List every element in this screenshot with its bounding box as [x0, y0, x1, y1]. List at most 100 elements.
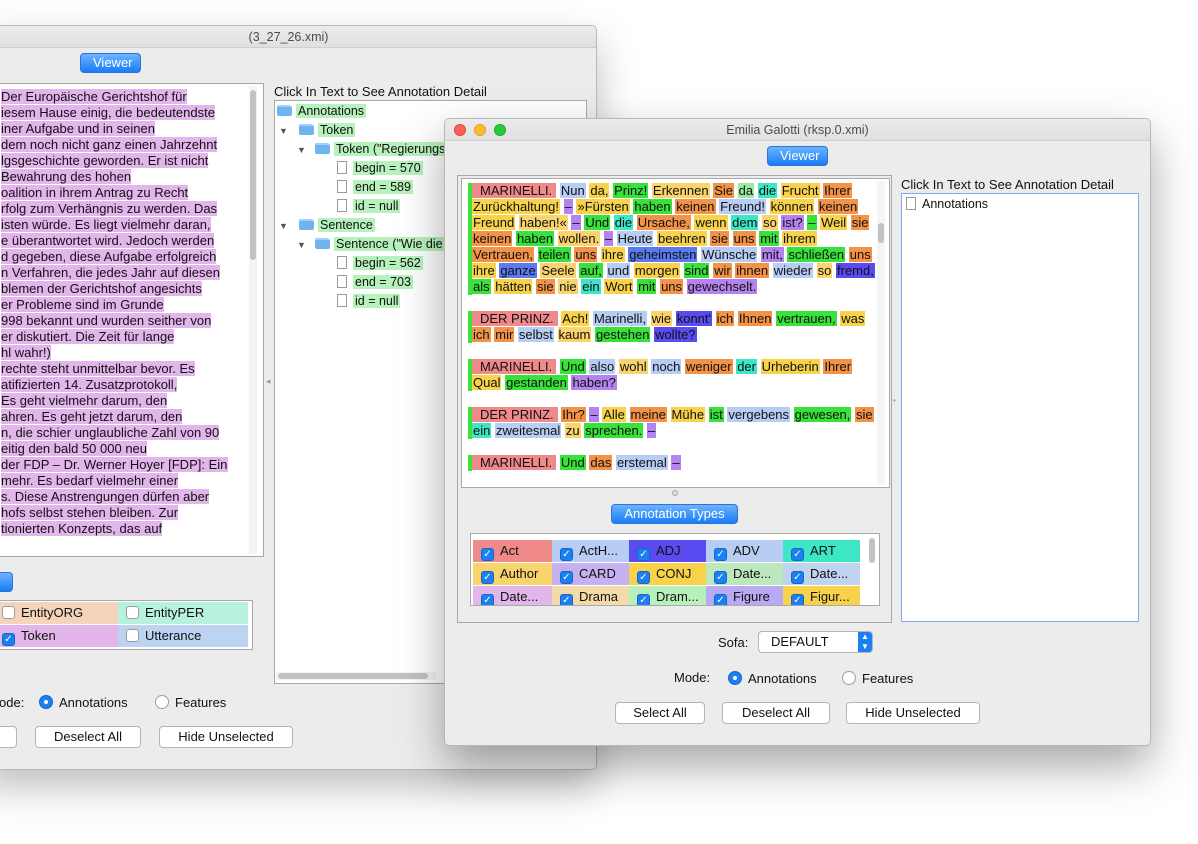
token-annotation[interactable]: uns	[574, 247, 598, 262]
token-annotation[interactable]: Freund!	[719, 199, 766, 214]
minimize-window-icon[interactable]	[474, 124, 486, 136]
token-annotation[interactable]: Heute	[616, 231, 654, 246]
token-annotation[interactable]: tionierten Konzepts, das auf	[1, 521, 163, 536]
token-annotation[interactable]: haben?	[571, 375, 617, 390]
token-annotation[interactable]: ein	[581, 279, 601, 294]
token-annotation[interactable]: noch	[651, 359, 682, 374]
checkbox[interactable]: ✓	[714, 571, 727, 584]
token-annotation[interactable]: kaum	[557, 327, 592, 342]
text-line[interactable]: Der Europäische Gerichtshof für	[1, 89, 228, 105]
sofa-select[interactable]: DEFAULT ▲ ▼	[758, 631, 873, 653]
token-annotation[interactable]: ich	[715, 311, 735, 326]
token-annotation[interactable]: iesem Hause einig, die bedeutendste	[1, 105, 215, 120]
checkbox[interactable]: ✓	[2, 633, 15, 646]
token-annotation[interactable]: sie	[536, 279, 555, 294]
type-entityper[interactable]: EntityPER	[118, 602, 248, 624]
checkbox[interactable]: ✓	[481, 548, 494, 561]
speaker-annotation[interactable]: MARINELLI.	[472, 455, 557, 470]
token-annotation[interactable]: Der Europäische Gerichtshof für	[1, 89, 187, 104]
token-annotation[interactable]: er diskutiert. Die Zeit für lange	[1, 329, 175, 344]
token-annotation[interactable]: ist?	[781, 215, 804, 230]
token-annotation[interactable]: gestanden	[505, 375, 568, 390]
front-deselect-all-button[interactable]: Deselect All	[722, 702, 830, 724]
token-annotation[interactable]: gewechselt.	[686, 279, 758, 294]
token-annotation[interactable]: der	[736, 359, 757, 374]
token-annotation[interactable]: so	[816, 263, 833, 278]
back-split-handle[interactable]: ◂	[266, 376, 272, 388]
token-annotation[interactable]: mit,	[760, 247, 784, 262]
token-annotation[interactable]: Bewahrung des hohen	[1, 169, 132, 184]
front-text-pane[interactable]: MARINELLI. Nun da, Prinz! Erkennen Sie d…	[461, 178, 890, 488]
radio-button[interactable]	[155, 695, 169, 709]
text-line[interactable]: e überantwortet wird. Jedoch werden	[1, 233, 228, 249]
checkbox[interactable]: ✓	[560, 548, 573, 561]
tree-token-item[interactable]: ▼ Token ("Regierungs	[297, 140, 448, 159]
token-annotation[interactable]: blemen der Gerichtshof angesichts	[1, 281, 202, 296]
text-line[interactable]: blemen der Gerichtshof angesichts	[1, 281, 228, 297]
text-line[interactable]: mehr. Es bedarf vielmehr einer	[1, 473, 228, 489]
token-annotation[interactable]: der FDP – Dr. Werner Hoyer [FDP]: Eine	[1, 457, 228, 472]
token-annotation[interactable]: ein	[472, 423, 492, 438]
token-annotation[interactable]: da	[737, 183, 755, 198]
disclosure-triangle-icon[interactable]: ▼	[279, 122, 289, 141]
token-annotation[interactable]: als	[472, 279, 491, 294]
token-annotation[interactable]: dem	[731, 215, 759, 230]
token-annotation[interactable]: uns	[848, 247, 872, 262]
token-annotation[interactable]: ist	[708, 407, 724, 422]
maximize-window-icon[interactable]	[494, 124, 506, 136]
token-annotation[interactable]: Ach!	[561, 311, 590, 326]
token-annotation[interactable]: was	[840, 311, 866, 326]
back-mode-annotations[interactable]: Annotations	[39, 695, 128, 711]
token-annotation[interactable]: haben!«	[518, 215, 568, 230]
text-line[interactable]: d gegeben, diese Aufgabe erfolgreich	[1, 249, 228, 265]
disclosure-triangle-icon[interactable]: ▼	[297, 236, 307, 255]
token-annotation[interactable]: –	[571, 215, 581, 230]
token-annotation[interactable]: zweitesmal	[494, 423, 562, 438]
tree-sentence-id[interactable]: id = null	[337, 292, 401, 311]
annotation-type-item[interactable]: ✓ Figure	[706, 586, 783, 605]
checkbox[interactable]: ✓	[560, 594, 573, 605]
speaker-annotation[interactable]: DER PRINZ.	[472, 311, 558, 326]
token-annotation[interactable]: meine	[629, 407, 667, 422]
token-annotation[interactable]: atifizierten 14. Zusatzprotokoll,	[1, 377, 178, 392]
token-annotation[interactable]: da,	[589, 183, 610, 198]
front-text-scroll-thumb[interactable]	[878, 223, 884, 243]
front-split-divider[interactable]: •	[893, 396, 899, 406]
token-annotation[interactable]: morgen	[633, 263, 680, 278]
token-annotation[interactable]: Und	[559, 455, 586, 470]
token-annotation[interactable]: Ihrer	[823, 359, 853, 374]
token-annotation[interactable]: »Fürsten	[576, 199, 630, 214]
back-annotation-types-button[interactable]: s	[0, 572, 13, 592]
token-annotation[interactable]: Frucht	[780, 183, 820, 198]
text-line[interactable]: eitig den bald 50 000 neu	[1, 441, 228, 457]
token-annotation[interactable]: können	[769, 199, 815, 214]
token-annotation[interactable]: mit	[759, 231, 779, 246]
speech-paragraph[interactable]: MARINELLI. Und also wohl noch weniger de…	[468, 359, 880, 391]
front-hide-unselected-button[interactable]: Hide Unselected	[846, 702, 980, 724]
token-annotation[interactable]: Ihnen	[737, 311, 773, 326]
back-hide-unselected-button[interactable]: Hide Unselected	[159, 726, 293, 748]
token-annotation[interactable]: Und	[559, 359, 586, 374]
token-annotation[interactable]: Urheberin	[760, 359, 820, 374]
text-line[interactable]: der FDP – Dr. Werner Hoyer [FDP]: Eine	[1, 457, 228, 473]
token-annotation[interactable]: Zurückhaltung!	[472, 199, 560, 214]
token-annotation[interactable]: rfolg zum Verhängnis zu werden. Das	[1, 201, 218, 216]
back-viewer-button[interactable]: Viewer	[80, 53, 141, 73]
annotation-type-item[interactable]: ✓ Author	[473, 563, 552, 585]
token-annotation[interactable]: keinen	[472, 231, 513, 246]
token-annotation[interactable]: sie	[710, 231, 729, 246]
annotation-type-item[interactable]: ✓ Dram...	[629, 586, 706, 605]
token-annotation[interactable]: geheimsten	[628, 247, 698, 262]
speaker-annotation[interactable]: MARINELLI.	[472, 183, 557, 198]
token-annotation[interactable]: und	[606, 263, 631, 278]
type-token[interactable]: ✓ Token	[0, 625, 118, 647]
token-annotation[interactable]: s. Diese Anstrengungen dürfen aber	[1, 489, 210, 504]
token-annotation[interactable]: wollte?	[654, 327, 697, 342]
token-annotation[interactable]: erstemal	[615, 455, 668, 470]
token-annotation[interactable]: fremd,	[836, 263, 875, 278]
back-mode-features[interactable]: Features	[155, 695, 226, 711]
token-annotation[interactable]: Prinz!	[613, 183, 649, 198]
token-annotation[interactable]: haben	[633, 199, 672, 214]
text-line[interactable]: dem noch nicht ganz einen Jahrzehnt	[1, 137, 228, 153]
token-annotation[interactable]: Erkennen	[651, 183, 710, 198]
